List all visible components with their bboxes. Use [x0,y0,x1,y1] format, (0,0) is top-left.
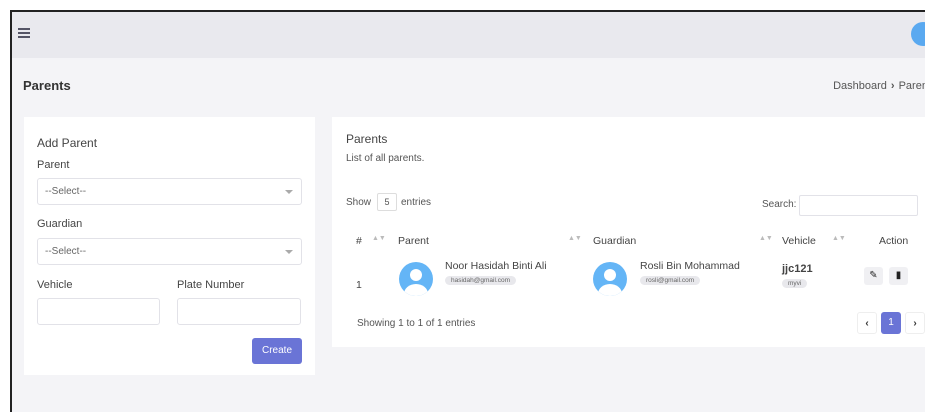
chevron-down-icon [285,250,293,254]
column-header-index[interactable]: # [356,235,362,247]
app-frame: Parents Dashboard›Parent Add Parent Pare… [10,10,925,412]
vehicle-plate: jjc121 [782,263,813,275]
plate-number-label: Plate Number [177,279,245,291]
chevron-down-icon [285,190,293,194]
vehicle-input[interactable] [37,298,160,325]
parent-avatar [399,262,433,296]
row-index: 1 [356,279,362,291]
guardian-email-badge: rosli@gmail.com [640,276,701,285]
parent-label: Parent [37,159,70,171]
plate-number-input[interactable] [177,298,301,325]
guardian-label: Guardian [37,218,83,230]
page-header: Parents Dashboard›Parent [12,70,925,100]
vehicle-label: Vehicle [37,279,73,291]
column-header-parent[interactable]: Parent [398,235,429,247]
user-avatar-icon[interactable] [911,22,925,46]
table-info: Showing 1 to 1 of 1 entries [357,318,476,329]
add-parent-title: Add Parent [37,136,98,150]
parents-table-subtitle: List of all parents. [346,153,425,164]
parent-select-value: --Select-- [45,186,87,197]
entries-label: entries [401,197,432,208]
pagination-page-1[interactable]: 1 [881,312,901,334]
parents-table-title: Parents [346,132,388,146]
trash-icon[interactable]: ▮ [889,267,908,285]
column-header-guardian[interactable]: Guardian [593,235,636,247]
sort-icon: ▲▼ [759,235,773,242]
add-parent-card: Add Parent Parent --Select-- Guardian --… [24,117,315,375]
column-header-action: Action [879,235,909,247]
parents-table-card: Parents List of all parents. Show 5 entr… [332,117,925,347]
breadcrumb-separator-icon: › [890,80,895,92]
breadcrumb: Dashboard›Parent [833,80,925,92]
breadcrumb-dashboard[interactable]: Dashboard [833,80,887,92]
sort-icon: ▲▼ [372,235,386,242]
pagination-prev[interactable]: ‹ [857,312,877,334]
top-navbar [12,12,925,58]
sort-icon: ▲▼ [832,235,846,242]
hamburger-icon[interactable] [18,28,30,38]
vehicle-model-badge: myvi [782,279,808,288]
page-title: Parents [23,78,71,93]
pencil-icon[interactable]: ✎ [864,267,883,285]
entries-select[interactable]: 5 [377,193,397,211]
guardian-avatar [593,262,627,296]
guardian-name: Rosli Bin Mohammad [640,260,740,272]
show-label: Show [346,197,372,208]
parent-name: Noor Hasidah Binti Ali [445,260,547,272]
parent-email-badge: hasidah@gmail.com [445,276,516,285]
parent-select[interactable]: --Select-- [37,178,302,205]
create-button[interactable]: Create [252,338,302,364]
breadcrumb-parent: Parent [898,80,925,92]
guardian-select[interactable]: --Select-- [37,238,302,265]
guardian-select-value: --Select-- [45,246,87,257]
sort-icon: ▲▼ [568,235,582,242]
column-header-vehicle[interactable]: Vehicle [782,235,816,247]
search-label: Search: [762,199,797,210]
pagination-next[interactable]: › [905,312,925,334]
search-input[interactable] [799,195,918,216]
